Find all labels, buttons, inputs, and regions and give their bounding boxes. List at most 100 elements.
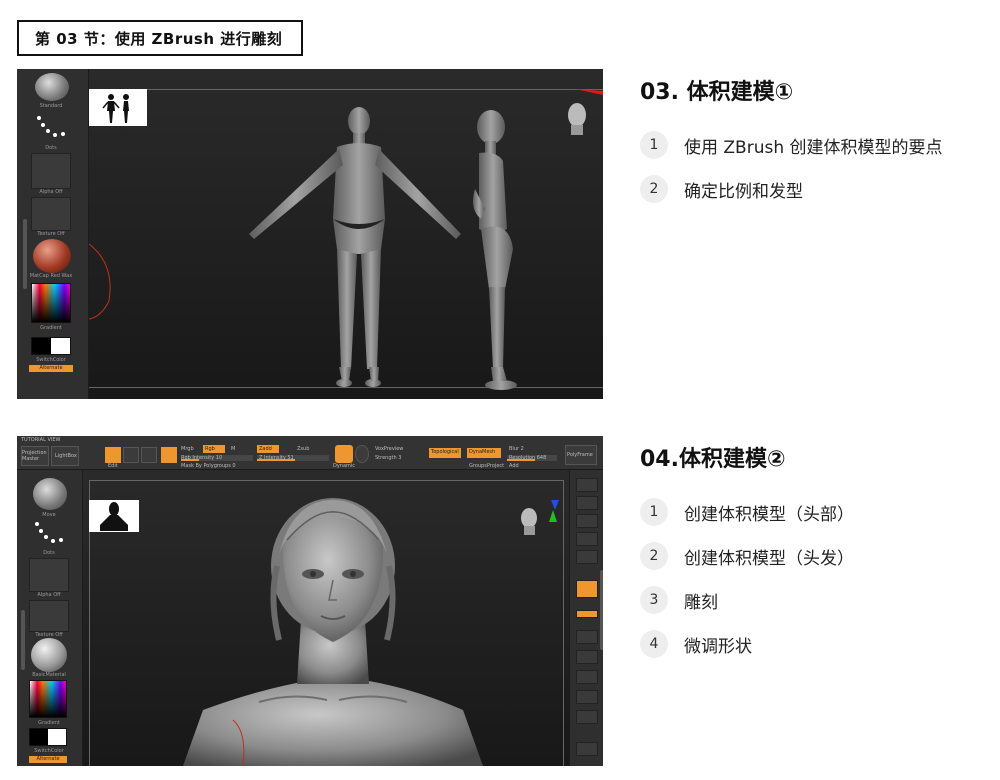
floor-button[interactable]	[576, 550, 598, 564]
move-view-button[interactable]	[576, 650, 598, 664]
dynamic-persp-button[interactable]	[576, 532, 598, 546]
shelf-scrollbar[interactable]	[21, 610, 25, 670]
alpha-label: Alpha Off	[37, 592, 61, 598]
edit-label: Edit	[108, 463, 118, 469]
mrgb-label: Mrgb	[181, 446, 194, 452]
window-title: TUTORIAL VIEW	[21, 437, 61, 443]
material-thumbnail[interactable]	[31, 638, 67, 672]
texture-thumbnail[interactable]	[31, 197, 71, 231]
rotate-view-button[interactable]	[576, 690, 598, 704]
texture-label: Texture Off	[37, 231, 65, 237]
xpose-button[interactable]	[576, 742, 598, 756]
gradient-label: Gradient	[40, 325, 62, 331]
edit-button[interactable]	[105, 447, 121, 463]
alternate-button[interactable]: Alternate	[29, 756, 67, 763]
stroke-label: Dots	[45, 145, 57, 151]
stroke-thumbnail[interactable]	[37, 114, 69, 140]
color-swatch[interactable]	[31, 337, 71, 355]
color-swatch[interactable]	[29, 728, 67, 746]
alternate-button[interactable]: Alternate	[29, 365, 73, 372]
blur-label: Blur 2	[509, 446, 524, 452]
strength-label: Strength 3	[375, 455, 402, 461]
zbrush-toolbar: TUTORIAL VIEW Projection Master LightBox…	[17, 436, 603, 470]
model-head-bust	[183, 498, 559, 766]
topological-toggle[interactable]: Topological	[429, 448, 461, 458]
material-thumbnail[interactable]	[33, 239, 71, 273]
right-shelf	[569, 470, 603, 766]
color-picker[interactable]	[29, 680, 67, 718]
sphere-icon[interactable]	[355, 445, 369, 463]
list-item: 3 雕刻	[640, 585, 718, 615]
brush-thumbnail[interactable]	[35, 73, 69, 101]
stroke-thumbnail[interactable]	[35, 520, 67, 546]
local-button[interactable]	[576, 580, 598, 598]
switch-color-label: SwitchColor	[36, 357, 66, 363]
color-picker[interactable]	[31, 283, 71, 323]
switch-color-label: SwitchColor	[34, 748, 64, 754]
list-item: 1 创建体积模型（头部）	[640, 497, 854, 527]
viewport-canvas[interactable]	[89, 69, 603, 399]
alpha-thumbnail[interactable]	[29, 558, 69, 592]
groups-label: Groups	[469, 463, 487, 469]
alpha-thumbnail[interactable]	[31, 153, 71, 189]
line-fill-button[interactable]	[576, 710, 598, 724]
item-text: 使用 ZBrush 创建体积模型的要点	[684, 137, 943, 158]
aahalf-button[interactable]	[576, 514, 598, 528]
dynamic-button[interactable]	[335, 445, 353, 463]
item-number: 2	[640, 542, 668, 570]
projection-master-label: Projection Master	[22, 450, 47, 462]
model-front-and-side	[89, 89, 603, 390]
list-item: 4 微调形状	[640, 629, 752, 659]
dynamesh-toggle[interactable]: DynaMesh	[467, 448, 501, 458]
brush-label: Move	[42, 512, 56, 518]
z-intensity-label: Z Intensity 51	[259, 455, 294, 461]
brush-thumbnail[interactable]	[33, 478, 67, 510]
brush-label: Standard	[39, 103, 63, 109]
item-text: 创建体积模型（头发）	[684, 548, 854, 569]
item-number: 4	[640, 630, 668, 658]
qxyz-button[interactable]	[576, 610, 598, 618]
viewport-canvas[interactable]	[83, 470, 569, 766]
material-label: BasicMaterial	[32, 672, 66, 678]
add-label: Add	[509, 463, 519, 469]
zoom-view-button[interactable]	[576, 670, 598, 684]
rgb-intensity-label: Rgb Intensity 10	[181, 455, 223, 461]
m-label: M	[231, 446, 236, 452]
item-number: 2	[640, 175, 668, 203]
item-number: 1	[640, 131, 668, 159]
alpha-label: Alpha Off	[39, 189, 63, 195]
zadd-toggle[interactable]: Zadd	[257, 445, 279, 453]
list-item: 2 确定比例和发型	[640, 174, 803, 204]
polyframe-label: PolyFrame	[567, 452, 593, 458]
zsub-label: Zsub	[297, 446, 310, 452]
mask-by-polygroups-label: Mask By Polygroups 0	[181, 463, 236, 469]
texture-thumbnail[interactable]	[29, 600, 69, 632]
voxpreview-label: VoxPreview	[375, 446, 404, 452]
list-item: 1 使用 ZBrush 创建体积模型的要点	[640, 130, 943, 160]
section-heading-04: 04.体积建模②	[640, 447, 786, 472]
section-title: 第 03 节：使用 ZBrush 进行雕刻	[17, 20, 303, 56]
shelf-scrollbar[interactable]	[23, 219, 27, 289]
zbrush-screenshot-head-closeup: TUTORIAL VIEW Projection Master LightBox…	[17, 436, 603, 766]
stroke-label: Dots	[43, 550, 55, 556]
material-label: MatCap Red Wax	[29, 273, 73, 279]
left-shelf: Move Dots Alpha Off Texture Off BasicMat…	[17, 470, 83, 766]
rotate-button[interactable]	[161, 447, 177, 463]
frame-button[interactable]	[576, 630, 598, 644]
left-shelf: Standard Dots Alpha Off Texture Off MatC…	[17, 69, 89, 399]
bpr-button[interactable]	[576, 478, 598, 492]
item-number: 1	[640, 498, 668, 526]
list-item: 2 创建体积模型（头发）	[640, 541, 854, 571]
resolution-label: Resolution 648	[509, 455, 547, 461]
section-heading-03: 03. 体积建模①	[640, 80, 794, 105]
zbrush-screenshot-full-body: Standard Dots Alpha Off Texture Off MatC…	[17, 69, 603, 399]
gradient-label: Gradient	[38, 720, 60, 726]
right-shelf-scrollbar[interactable]	[600, 570, 603, 650]
draw-button[interactable]	[123, 447, 139, 463]
actual-button[interactable]	[576, 496, 598, 510]
item-number: 3	[640, 586, 668, 614]
project-label: Project	[487, 463, 505, 469]
move-button[interactable]	[141, 447, 157, 463]
item-text: 微调形状	[684, 636, 752, 657]
rgb-toggle[interactable]: Rgb	[203, 445, 225, 453]
